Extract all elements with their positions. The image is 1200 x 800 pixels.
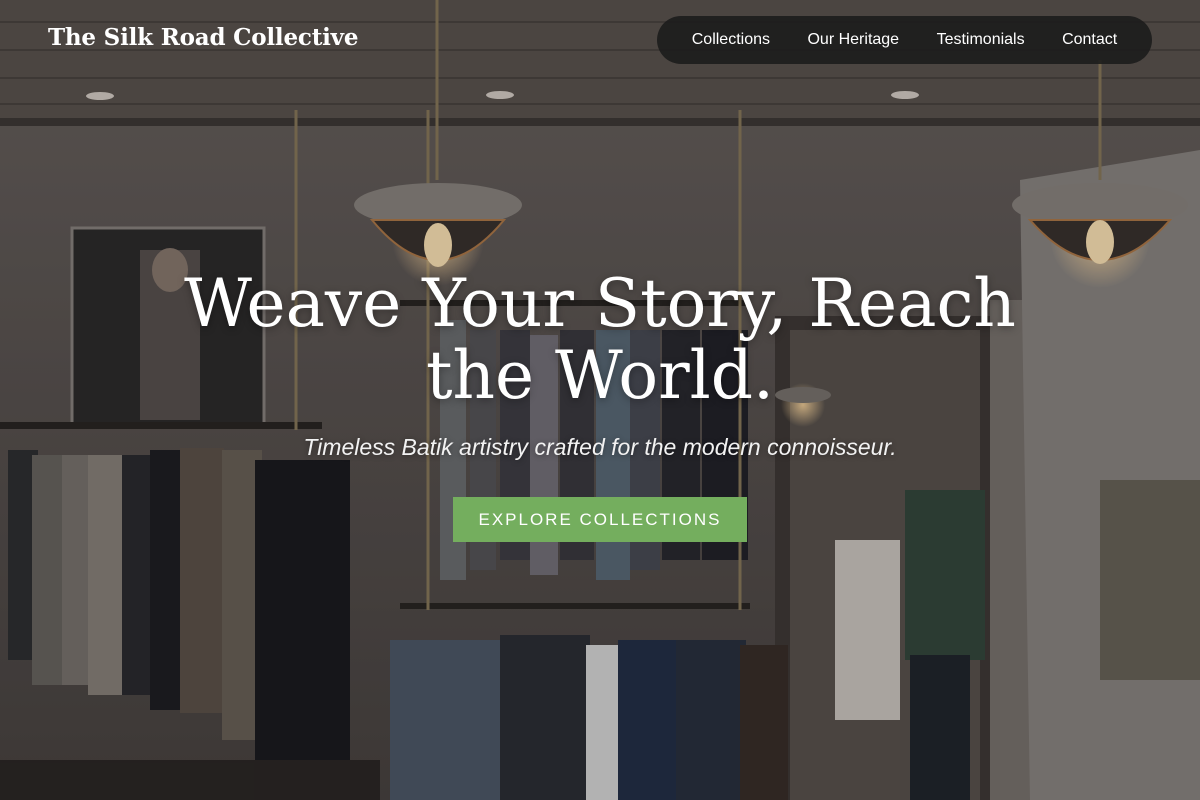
nav-link-collections[interactable]: Collections	[692, 31, 770, 49]
hero-subtitle: Timeless Batik artistry crafted for the …	[303, 434, 897, 460]
explore-collections-button[interactable]: EXPLORE COLLECTIONS	[453, 497, 747, 542]
main-nav: Collections Our Heritage Testimonials Co…	[657, 16, 1152, 64]
nav-link-contact[interactable]: Contact	[1062, 31, 1117, 49]
hero-section: The Silk Road Collective Collections Our…	[0, 0, 1200, 800]
brand-logo[interactable]: The Silk Road Collective	[48, 24, 358, 51]
nav-link-our-heritage[interactable]: Our Heritage	[807, 31, 899, 49]
hero-title: Weave Your Story, Reach the World.	[184, 265, 1016, 414]
nav-link-testimonials[interactable]: Testimonials	[937, 31, 1025, 49]
